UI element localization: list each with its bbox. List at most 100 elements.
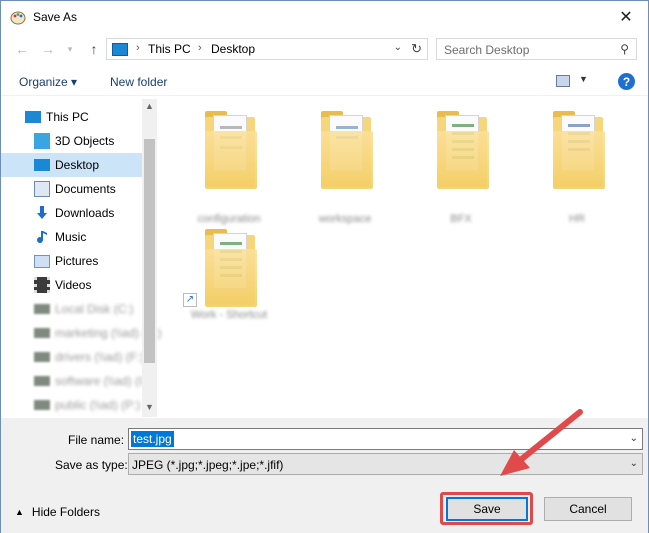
arrow-right-icon: → (41, 41, 55, 57)
save-as-type-label: Save as type: (55, 458, 128, 472)
folder-item[interactable]: ↗ Work - Shortcut (183, 223, 275, 335)
window-title: Save As (33, 10, 78, 24)
cancel-button[interactable]: Cancel (544, 497, 632, 521)
network-drive-icon (34, 328, 50, 338)
file-name-label: File name: (68, 433, 125, 447)
title-bar: Save As ✕ (1, 1, 648, 32)
save-as-dialog: Save As ✕ ← → ▾ ↑ › This PC › Desktop ⌄ … (0, 0, 649, 533)
breadcrumb-desktop[interactable]: Desktop (211, 42, 255, 56)
sidebar-item-label: drivers (\\ad) (F:) (55, 350, 145, 364)
search-box[interactable]: Search Desktop ⚲ (436, 38, 637, 60)
file-name-input[interactable]: test.jpg ⌄ (128, 428, 643, 450)
sidebar-scrollbar[interactable]: ▲ ▼ (142, 99, 157, 417)
help-icon[interactable]: ? (618, 73, 635, 90)
drive-icon (34, 304, 50, 314)
back-button[interactable]: ← (13, 40, 31, 58)
sidebar-item-documents[interactable]: Documents (1, 177, 142, 201)
save-as-type-select[interactable]: JPEG (*.jpg;*.jpeg;*.jpe;*.jfif) ⌄ (128, 453, 643, 475)
shortcut-icon: ↗ (183, 293, 197, 307)
sidebar-item-label: Pictures (55, 254, 99, 268)
search-icon: ⚲ (620, 42, 629, 56)
hide-folders-label: Hide Folders (31, 505, 100, 519)
close-button[interactable]: ✕ (604, 1, 648, 32)
chevron-down-icon: ▾ (67, 43, 73, 54)
folder-item[interactable]: workspace (299, 105, 391, 225)
organize-menu[interactable]: Organize ▾ (19, 75, 77, 89)
computer-icon (25, 111, 41, 123)
breadcrumb-this-pc[interactable]: This PC (148, 42, 191, 56)
computer-icon (112, 43, 128, 56)
caret-up-icon: ▲ (15, 507, 24, 517)
folder-item[interactable]: configuration (183, 105, 275, 225)
sidebar-item-label: Music (55, 230, 87, 244)
sidebar-item-label: software (\\ad) (I:) (55, 374, 150, 388)
hide-folders-button[interactable]: ▲ Hide Folders (15, 505, 100, 519)
sidebar-item-label: Local Disk (C:) (55, 302, 134, 316)
sidebar-item-this-pc[interactable]: This PC (1, 105, 142, 129)
chevron-down-icon[interactable]: ▼ (579, 74, 588, 84)
sidebar-item-label: Documents (55, 182, 116, 196)
sidebar-item-network-drive[interactable]: marketing (\\ad) (E:) (1, 321, 162, 345)
sidebar-item-desktop[interactable]: Desktop (1, 153, 142, 177)
sidebar-item-music[interactable]: Music (1, 225, 142, 249)
arrow-left-icon: ← (15, 41, 29, 57)
scroll-up-icon[interactable]: ▲ (142, 101, 157, 111)
video-icon (34, 277, 50, 293)
paint-app-icon (10, 11, 26, 25)
sidebar-item-pictures[interactable]: Pictures (1, 249, 142, 273)
sidebar-item-videos[interactable]: Videos (1, 273, 142, 297)
folder-name: HR (569, 213, 585, 225)
music-icon (34, 229, 50, 245)
pictures-icon (34, 254, 50, 268)
folder-name: Work - Shortcut (190, 309, 268, 321)
file-list: configuration workspace BFX HR ↗ Work - … (159, 99, 648, 417)
chevron-right-icon: › (198, 42, 202, 54)
save-button[interactable]: Save (446, 497, 528, 521)
sidebar-item-label: public (\\ad) (P:) (55, 398, 141, 412)
scrollbar-thumb[interactable] (144, 139, 155, 363)
sidebar-item-label: Videos (55, 278, 92, 292)
navigation-bar: ← → ▾ ↑ › This PC › Desktop ⌄ ↻ Search D… (1, 34, 648, 64)
chevron-down-icon[interactable]: ⌄ (630, 433, 638, 444)
scroll-down-icon[interactable]: ▼ (142, 402, 157, 412)
network-drive-icon (34, 376, 50, 386)
save-as-type-value: JPEG (*.jpg;*.jpeg;*.jpe;*.jfif) (132, 458, 284, 472)
search-placeholder: Search Desktop (444, 43, 530, 57)
folder-item[interactable]: BFX (415, 105, 507, 225)
forward-button[interactable]: → (39, 40, 57, 58)
command-bar: Organize ▾ New folder ▼ ? (1, 68, 648, 96)
up-button[interactable]: ↑ (85, 40, 103, 58)
sidebar-item-network-drive[interactable]: public (\\ad) (P:) (1, 393, 142, 417)
address-bar[interactable]: › This PC › Desktop ⌄ ↻ (106, 38, 428, 60)
sidebar-item-label: 3D Objects (55, 134, 115, 148)
file-name-value[interactable]: test.jpg (131, 431, 174, 447)
document-icon (34, 181, 50, 197)
recent-locations-button[interactable]: ▾ (61, 40, 79, 58)
chevron-down-icon[interactable]: ⌄ (630, 458, 638, 469)
sidebar-item-3d-objects[interactable]: 3D Objects (1, 129, 142, 153)
sidebar-item-label: Downloads (55, 206, 115, 220)
folder-item[interactable]: HR (531, 105, 623, 225)
sidebar-item-label: This PC (46, 110, 89, 124)
new-folder-button[interactable]: New folder (110, 75, 167, 89)
chevron-right-icon: › (136, 42, 140, 54)
refresh-icon[interactable]: ↻ (411, 41, 422, 57)
save-options-panel: File name: test.jpg ⌄ Save as type: JPEG… (1, 418, 648, 533)
sidebar-item-downloads[interactable]: Downloads (1, 201, 142, 225)
navigation-pane: This PC 3D Objects Desktop Documents Dow… (1, 99, 162, 417)
sidebar-item-label: Desktop (55, 158, 100, 172)
sidebar-item-local-disk[interactable]: Local Disk (C:) (1, 297, 142, 321)
arrow-up-icon: ↑ (90, 41, 98, 57)
close-icon: ✕ (619, 8, 633, 26)
address-dropdown-icon[interactable]: ⌄ (394, 42, 402, 53)
sidebar-item-network-drive[interactable]: drivers (\\ad) (F:) (1, 345, 145, 369)
cube-icon (34, 133, 50, 149)
network-drive-icon (34, 400, 50, 410)
network-drive-icon (34, 352, 50, 362)
sidebar-item-network-drive[interactable]: software (\\ad) (I:) (1, 369, 150, 393)
view-options-icon[interactable] (556, 75, 570, 87)
download-icon (34, 205, 50, 221)
folder-name: BFX (450, 213, 472, 225)
folder-name: workspace (318, 213, 372, 225)
desktop-icon (34, 159, 50, 171)
